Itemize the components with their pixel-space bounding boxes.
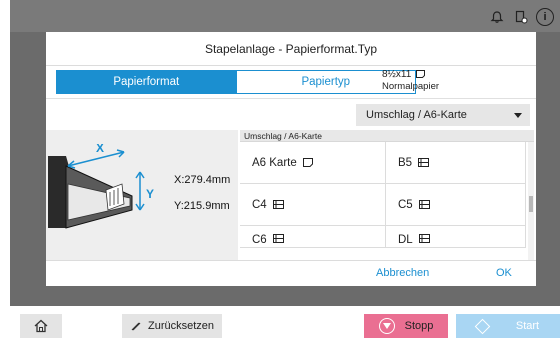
list-item-label: DL — [398, 234, 413, 246]
portrait-page-icon — [302, 158, 313, 167]
cancel-button[interactable]: Abbrechen — [376, 267, 429, 279]
list-item[interactable]: C6 — [240, 226, 386, 248]
stop-button[interactable]: Stopp — [364, 314, 448, 338]
home-button[interactable] — [20, 314, 62, 338]
tray-illustration-panel: X Y X:279.4mm Y:215.9mm — [46, 130, 238, 260]
tab-papierformat[interactable]: Papierformat — [56, 70, 237, 94]
paper-info: 8½x11 Normalpapier — [382, 69, 439, 93]
list-item-label: B5 — [398, 156, 413, 169]
bottom-bar: Zurücksetzen Stopp Start — [0, 306, 560, 338]
content-area: X Y X:279.4mm Y:215.9mm Umschlag / A6-Ka… — [46, 130, 536, 260]
paper-category-dropdown[interactable]: Umschlag / A6-Karte — [356, 104, 530, 126]
list-item[interactable]: B5 — [386, 142, 526, 184]
dialog-footer: Abbrechen OK — [46, 260, 536, 286]
illustration-x-label: X — [96, 144, 104, 155]
stop-icon — [378, 318, 395, 334]
reset-label: Zurücksetzen — [147, 320, 215, 332]
dialog-title: Stapelanlage - Papierformat.Typ — [46, 32, 536, 66]
start-label: Start — [515, 320, 540, 332]
illustration-y-label: Y — [146, 187, 154, 201]
list-item[interactable]: C4 — [240, 184, 386, 226]
status-icons: i — [488, 8, 554, 26]
dimension-x: X:279.4mm — [174, 174, 231, 186]
info-icon[interactable]: i — [536, 8, 554, 26]
ok-button[interactable]: OK — [496, 267, 512, 279]
top-status-bar: i — [10, 0, 560, 32]
left-strip — [0, 0, 10, 306]
paper-type: Normalpapier — [382, 81, 440, 92]
toner-icon[interactable] — [512, 8, 530, 26]
list-item-label: C4 — [252, 198, 267, 211]
paper-size-list: Umschlag / A6-Karte A6 Karte B5 C4 C5 C6… — [240, 130, 534, 260]
envelope-icon — [272, 234, 284, 243]
portrait-page-icon — [416, 70, 426, 79]
divider — [46, 98, 536, 99]
chevron-down-icon — [514, 112, 522, 118]
envelope-icon — [418, 158, 430, 167]
scrollbar-thumb[interactable] — [529, 196, 533, 212]
start-button[interactable]: Start — [456, 314, 560, 338]
envelope-icon — [272, 200, 284, 209]
bell-icon[interactable] — [488, 8, 506, 26]
paper-size: 8½x11 — [382, 69, 412, 80]
list-item-label: C5 — [398, 198, 413, 211]
list-item[interactable]: A6 Karte — [240, 142, 386, 184]
stop-label: Stopp — [404, 320, 434, 332]
tab-row: Papierformat Papiertyp — [56, 70, 416, 94]
paper-size-grid: A6 Karte B5 C4 C5 C6 DL — [240, 142, 534, 248]
list-scrollbar[interactable] — [528, 142, 534, 260]
bypass-tray-illustration: X Y — [48, 144, 154, 229]
start-icon — [474, 318, 491, 334]
home-icon — [34, 319, 48, 333]
paper-format-dialog: Stapelanlage - Papierformat.Typ Papierfo… — [46, 32, 536, 286]
list-header: Umschlag / A6-Karte — [240, 130, 534, 142]
list-item-label: A6 Karte — [252, 156, 297, 169]
dimension-y: Y:215.9mm — [174, 200, 230, 212]
reset-button[interactable]: Zurücksetzen — [122, 314, 222, 338]
list-item-label: C6 — [252, 234, 267, 246]
dropdown-value: Umschlag / A6-Karte — [366, 109, 467, 121]
envelope-icon — [418, 234, 430, 243]
reset-icon — [131, 322, 141, 331]
envelope-icon — [418, 200, 430, 209]
list-item[interactable]: C5 — [386, 184, 526, 226]
list-item[interactable]: DL — [386, 226, 526, 248]
